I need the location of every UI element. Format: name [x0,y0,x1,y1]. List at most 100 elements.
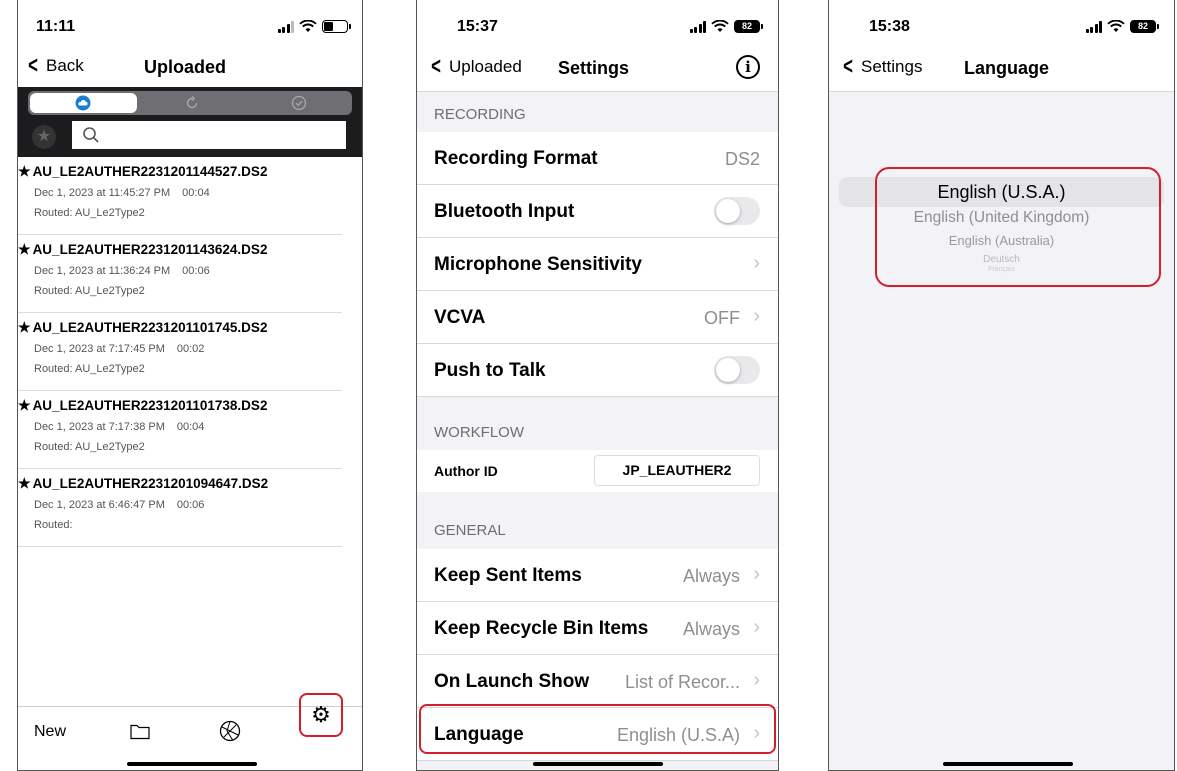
file-routed: Routed: [34,519,73,531]
status-time: 11:11 [36,18,76,35]
search-icon [83,127,99,143]
file-meta: Dec 1, 2023 at 11:45:27 PM 00:04 [34,187,210,199]
check-circle-icon [291,95,306,111]
file-meta: Dec 1, 2023 at 11:36:24 PM 00:06 [34,265,210,277]
globe-icon[interactable] [219,720,241,742]
chevron-right-icon: › [753,252,760,274]
chevron-left-icon: < [28,52,38,79]
status-bar: 11:11 [18,0,362,42]
cloud-icon [75,95,91,111]
signal-icon [689,20,706,33]
push-to-talk-row: Push to Talk [417,344,778,397]
nav-bar: < Back Uploaded [18,46,362,90]
chevron-right-icon: › [753,669,760,691]
home-indicator [943,762,1073,766]
filter-header: ★ [18,87,362,157]
signal-icon [277,20,294,33]
wifi-icon [299,20,317,32]
gear-icon: ⚙ [311,702,331,727]
back-label: Back [46,56,84,75]
home-indicator [127,762,257,766]
file-routed: Routed: AU_Le2Type2 [34,207,145,219]
page-title: Uploaded [144,57,227,77]
status-bar: 15:37 82 [417,0,778,42]
info-icon[interactable]: i [736,55,760,79]
section-header-workflow: WORKFLOW [434,424,524,441]
keep-sent-items-row[interactable]: Keep Sent Items Always › [417,549,778,602]
file-meta: Dec 1, 2023 at 7:17:45 PM 00:02 [34,343,205,355]
file-routed: Routed: AU_Le2Type2 [34,363,145,375]
chevron-left-icon: < [431,53,441,80]
wifi-icon [711,20,729,32]
author-id-row: Author ID JP_LEAUTHER2 [417,450,778,492]
bluetooth-toggle[interactable] [714,197,760,225]
file-name: ★ AU_LE2AUTHER2231201101738.DS2 [18,397,268,413]
back-label: Settings [861,57,923,76]
file-meta: Dec 1, 2023 at 6:46:47 PM 00:06 [34,499,205,511]
push-to-talk-toggle[interactable] [714,356,760,384]
file-row[interactable]: ★ AU_LE2AUTHER2231201101738.DS2 Dec 1, 20… [18,391,342,469]
language-highlight [419,704,776,754]
star-icon[interactable]: ★ [32,125,56,149]
file-name: ★ AU_LE2AUTHER2231201094647.DS2 [18,475,269,491]
recording-format-row[interactable]: Recording Format DS2 [417,132,778,185]
file-routed: Routed: AU_Le2Type2 [34,285,145,297]
status-icons: 82 [689,20,763,33]
uploaded-screen: 11:11 < Back Uploaded ★ ★ AU_LE2AUTHER22… [17,0,363,771]
back-button[interactable]: < Uploaded [429,53,522,80]
signal-icon [1085,20,1102,33]
battery-icon [322,20,351,33]
picker-highlight [875,167,1161,287]
file-row[interactable]: ★ AU_LE2AUTHER2231201101745.DS2 Dec 1, 20… [18,313,342,391]
wifi-icon [1107,20,1125,32]
file-name: ★ AU_LE2AUTHER2231201143624.DS2 [18,241,268,257]
settings-button[interactable]: ⚙ [299,693,343,737]
new-button[interactable]: New [34,723,66,741]
star-icon: ★ [18,319,31,335]
file-name: ★ AU_LE2AUTHER2231201101745.DS2 [18,319,268,335]
star-icon: ★ [18,163,31,179]
on-launch-show-row[interactable]: On Launch Show List of Recor... › [417,655,778,708]
page-title: Settings [558,58,630,78]
star-icon: ★ [18,475,31,491]
back-button[interactable]: < Back [26,52,84,79]
file-row[interactable]: ★ AU_LE2AUTHER2231201144527.DS2 Dec 1, 20… [18,157,342,235]
file-name: ★ AU_LE2AUTHER2231201144527.DS2 [18,163,268,179]
home-indicator [533,762,663,766]
status-icons [277,20,351,33]
star-icon: ★ [18,397,31,413]
star-icon: ★ [18,241,31,257]
file-row[interactable]: ★ AU_LE2AUTHER2231201143624.DS2 Dec 1, 20… [18,235,342,313]
chevron-right-icon: › [753,563,760,585]
chevron-right-icon: › [753,305,760,327]
segment-sending[interactable] [139,91,246,115]
segmented-control [28,91,352,115]
nav-bar: < Uploaded Settings i [417,42,778,92]
chevron-left-icon: < [843,53,853,80]
file-routed: Routed: AU_Le2Type2 [34,441,145,453]
keep-recycle-bin-row[interactable]: Keep Recycle Bin Items Always › [417,602,778,655]
nav-bar: < Settings Language [829,42,1174,92]
chevron-right-icon: › [753,616,760,638]
section-header-general: GENERAL [434,522,506,539]
search-input[interactable] [72,121,346,149]
status-time: 15:38 [869,18,910,35]
back-label: Uploaded [449,57,522,76]
language-screen: 15:38 82 < Settings Language English (U.… [828,0,1175,771]
segment-uploaded[interactable] [30,93,137,113]
mic-sensitivity-row[interactable]: Microphone Sensitivity › [417,238,778,291]
section-header-recording: RECORDING [434,106,526,123]
page-title: Language [964,58,1050,78]
bluetooth-input-row: Bluetooth Input [417,185,778,238]
back-button[interactable]: < Settings [841,53,923,80]
segment-done[interactable] [245,91,352,115]
battery-icon: 82 [734,20,763,33]
vcva-row[interactable]: VCVA OFF › [417,291,778,344]
status-icons: 82 [1085,20,1159,33]
settings-screen: 15:37 82 < Uploaded Settings i RECORDING… [416,0,779,771]
status-time: 15:37 [457,18,498,35]
folder-icon[interactable] [130,723,150,740]
author-id-field[interactable]: JP_LEAUTHER2 [594,455,760,486]
status-bar: 15:38 82 [829,0,1174,42]
file-row[interactable]: ★ AU_LE2AUTHER2231201094647.DS2 Dec 1, 20… [18,469,342,547]
